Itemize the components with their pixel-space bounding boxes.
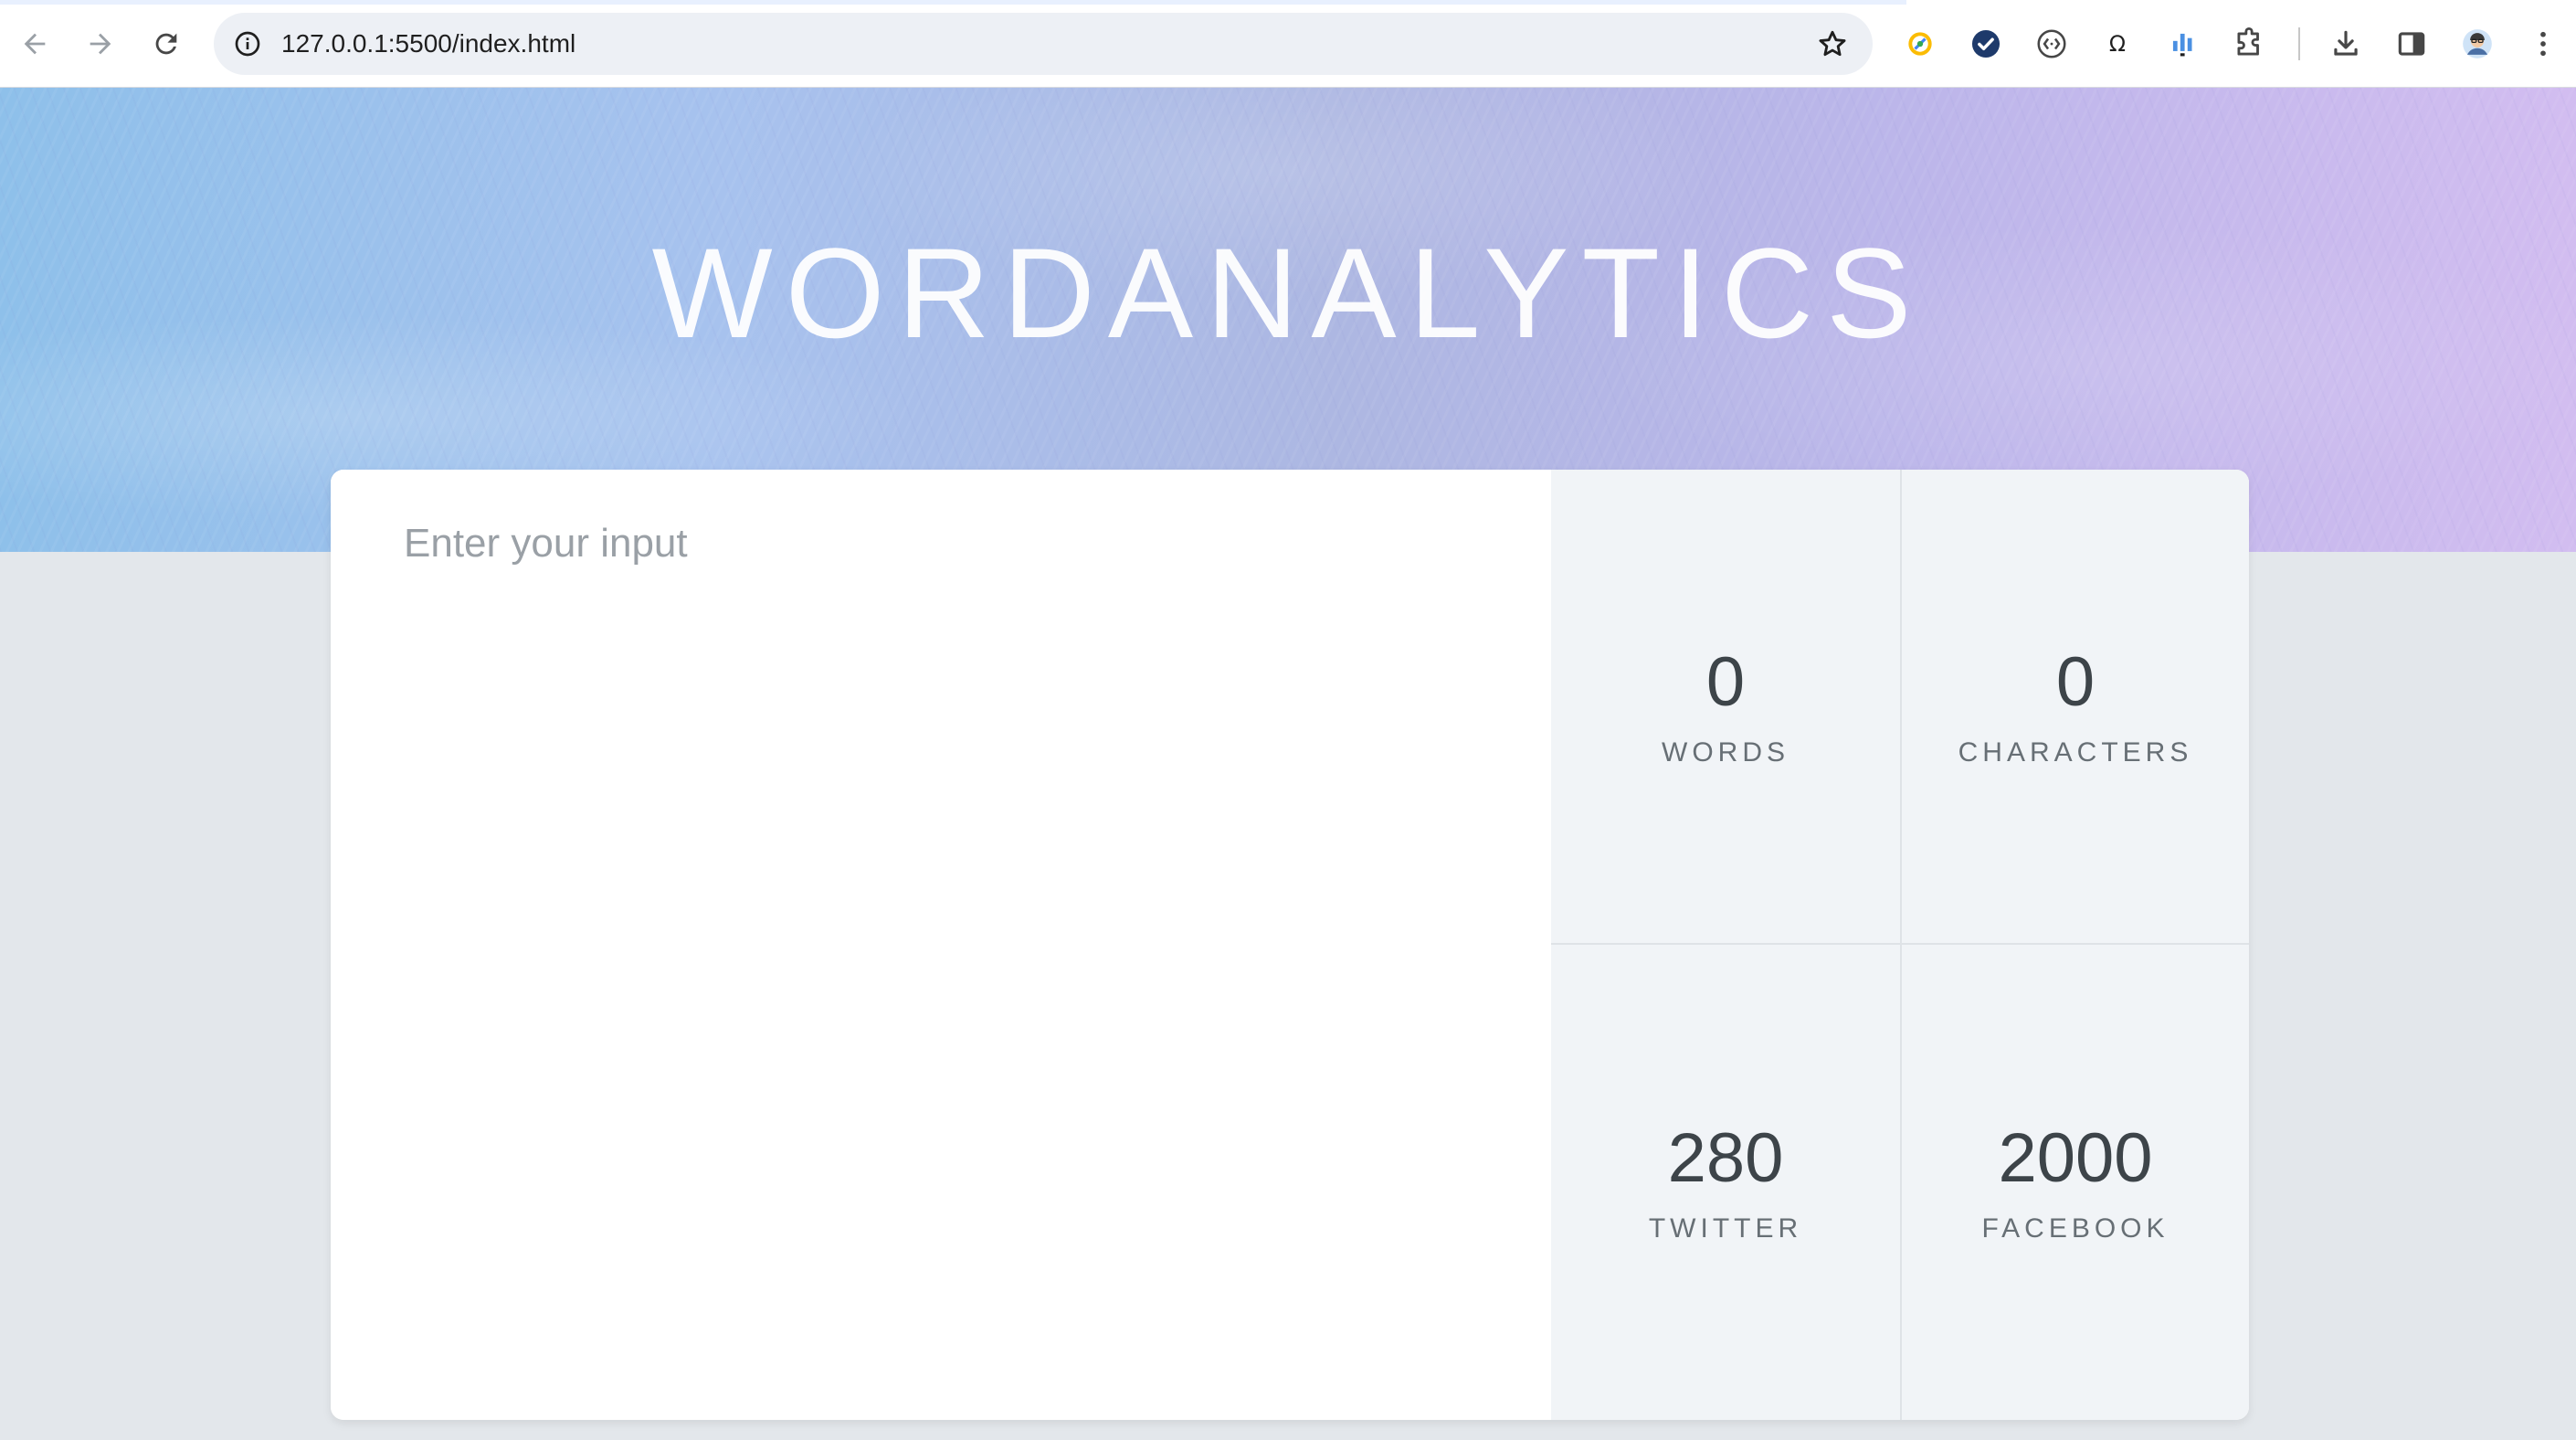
color-picker-extension-icon bbox=[1908, 32, 1932, 56]
color-picker-extension-button[interactable] bbox=[1898, 22, 1942, 66]
browser-menu-button[interactable] bbox=[2521, 22, 2565, 66]
extensions-button[interactable] bbox=[2227, 22, 2271, 66]
characters-label: CHARACTERS bbox=[1958, 737, 2193, 768]
omega-extension-button[interactable]: Ω bbox=[2096, 22, 2139, 66]
kebab-menu-icon bbox=[2540, 31, 2546, 57]
words-label: WORDS bbox=[1662, 737, 1789, 768]
forward-button[interactable] bbox=[79, 22, 122, 66]
omega-extension-icon: Ω bbox=[2109, 31, 2126, 57]
side-panel-button[interactable] bbox=[2390, 22, 2433, 66]
back-button[interactable] bbox=[13, 22, 57, 66]
facebook-count: 2000 bbox=[1998, 1119, 2153, 1197]
svg-text:Ω: Ω bbox=[2109, 31, 2126, 57]
address-bar[interactable]: 127.0.0.1:5500/index.html bbox=[214, 13, 1873, 75]
chart-extension-button[interactable] bbox=[2161, 22, 2205, 66]
facebook-label: FACEBOOK bbox=[1981, 1213, 2170, 1244]
reload-icon bbox=[155, 33, 177, 55]
page-load-bar bbox=[0, 0, 2576, 5]
page-title: WORDANALYTICS bbox=[651, 221, 1925, 365]
puzzle-icon bbox=[2237, 27, 2259, 56]
toolbar-divider bbox=[2298, 27, 2300, 60]
profile-button[interactable] bbox=[2455, 22, 2499, 66]
url-text[interactable]: 127.0.0.1:5500/index.html bbox=[281, 13, 575, 75]
text-input[interactable] bbox=[331, 470, 1551, 1420]
avatar bbox=[2463, 29, 2492, 58]
characters-count: 0 bbox=[2055, 643, 2096, 721]
bookmark-button[interactable] bbox=[1812, 24, 1853, 64]
twitter-count: 280 bbox=[1667, 1119, 1784, 1197]
twitter-label: TWITTER bbox=[1648, 1213, 1803, 1244]
downloads-button[interactable] bbox=[2324, 22, 2368, 66]
code-brackets-extension-icon bbox=[2037, 29, 2066, 58]
star-icon bbox=[1819, 30, 1846, 57]
reload-button[interactable] bbox=[144, 22, 188, 66]
arrow-right-icon bbox=[90, 33, 111, 55]
stat-words: 0 WORDS bbox=[1551, 470, 1900, 945]
stat-facebook: 2000 FACEBOOK bbox=[1900, 945, 2249, 1420]
browser-toolbar: 127.0.0.1:5500/index.html Ω bbox=[0, 0, 2576, 88]
arrow-left-icon bbox=[24, 33, 46, 55]
site-info-button[interactable] bbox=[227, 23, 269, 65]
analytics-card: 0 WORDS 0 CHARACTERS 280 TWITTER 2000 FA… bbox=[331, 470, 2249, 1420]
stats-panel: 0 WORDS 0 CHARACTERS 280 TWITTER 2000 FA… bbox=[1551, 470, 2249, 1420]
info-icon bbox=[235, 31, 260, 57]
checkmark-extension-icon bbox=[1971, 29, 2001, 58]
page-viewport: WORDANALYTICS 0 WORDS 0 CHARACTERS 280 T… bbox=[0, 88, 2576, 1440]
checkmark-extension-button[interactable] bbox=[1964, 22, 2008, 66]
stat-characters: 0 CHARACTERS bbox=[1900, 470, 2249, 945]
chart-extension-icon bbox=[2172, 33, 2192, 57]
download-icon bbox=[2334, 30, 2358, 56]
stat-twitter: 280 TWITTER bbox=[1551, 945, 1900, 1420]
code-brackets-extension-button[interactable] bbox=[2030, 22, 2074, 66]
side-panel-icon bbox=[2398, 32, 2425, 56]
words-count: 0 bbox=[1705, 643, 1746, 721]
